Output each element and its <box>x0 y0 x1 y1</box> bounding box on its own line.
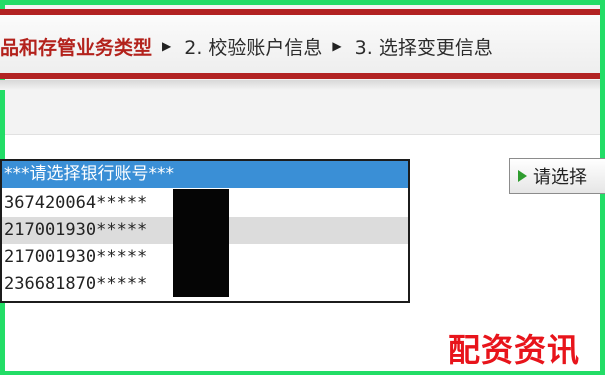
banner-shadow <box>0 80 600 90</box>
triangle-right-icon: ▶ <box>332 39 342 53</box>
step-banner: 品和存管业务类型 ▶ 2. 校验账户信息 ▶ 3. 选择变更信息 <box>0 9 600 79</box>
step-list: 品和存管业务类型 ▶ 2. 校验账户信息 ▶ 3. 选择变更信息 <box>0 29 493 63</box>
choose-button-label: 请选择 <box>533 167 587 188</box>
triangle-right-icon: ▶ <box>162 39 172 53</box>
watermark-text: 配资资讯 <box>448 331 581 369</box>
step-2-verify-account[interactable]: 2. 校验账户信息 <box>184 33 322 60</box>
step-1-business-type[interactable]: 品和存管业务类型 <box>0 33 152 60</box>
play-icon <box>518 170 527 182</box>
choose-button[interactable]: 请选择 <box>509 158 605 194</box>
step-3-select-change[interactable]: 3. 选择变更信息 <box>355 33 493 60</box>
redaction-block <box>173 189 229 297</box>
select-header-option[interactable]: ***请选择银行账号*** <box>2 161 408 188</box>
